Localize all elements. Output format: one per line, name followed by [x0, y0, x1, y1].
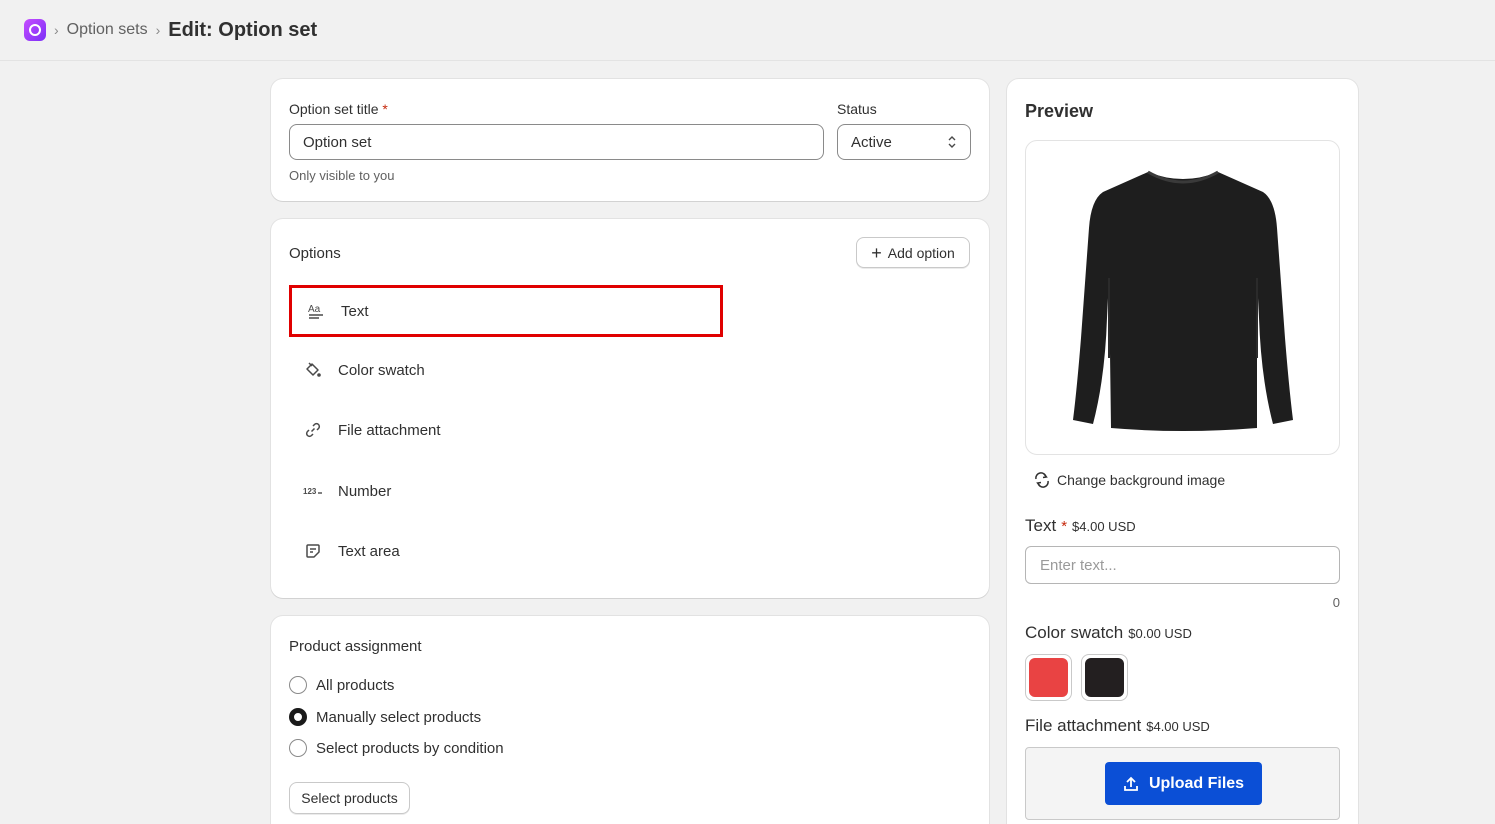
tshirt-image	[1072, 170, 1293, 431]
status-select[interactable]: Active	[837, 124, 971, 160]
note-icon	[303, 541, 323, 561]
svg-text:123: 123	[303, 487, 317, 496]
option-type-color-swatch[interactable]: Color swatch	[289, 344, 723, 396]
paint-bucket-icon	[303, 360, 323, 380]
link-icon	[303, 420, 323, 440]
number-icon: 123	[303, 481, 323, 501]
option-type-text[interactable]: Aa Text	[289, 285, 723, 337]
app-logo-icon[interactable]	[24, 19, 46, 41]
product-assignment-card: Product assignment All products Manually…	[271, 616, 989, 824]
breadcrumb-chevron-icon: ›	[155, 22, 161, 38]
preview-image-frame	[1025, 140, 1340, 455]
upload-files-button[interactable]: Upload Files	[1105, 762, 1262, 805]
select-products-button[interactable]: Select products	[289, 782, 410, 814]
refresh-icon	[1033, 472, 1051, 488]
page-title: Edit: Option set	[168, 18, 318, 41]
preview-heading: Preview	[1025, 101, 1094, 121]
text-format-icon: Aa	[306, 301, 326, 321]
title-help-text: Only visible to you	[289, 168, 395, 183]
options-heading: Options	[289, 245, 341, 262]
option-set-title-input[interactable]: Option set	[289, 124, 824, 160]
file-attachment-option-label: File attachment $4.00 USD	[1025, 716, 1210, 735]
radio-select-by-condition[interactable]: Select products by condition	[289, 739, 504, 757]
preview-text-input[interactable]: Enter text...	[1025, 546, 1340, 584]
breadcrumb-chevron-icon: ›	[54, 22, 59, 38]
plus-icon: +	[871, 242, 882, 263]
radio-all-products[interactable]: All products	[289, 676, 394, 694]
options-card: Options + Add option Aa Text Color swatc…	[271, 219, 989, 598]
radio-button[interactable]	[289, 676, 307, 694]
status-label: Status	[837, 101, 877, 117]
file-upload-dropzone[interactable]: Upload Files	[1025, 747, 1340, 820]
swatch-black[interactable]	[1081, 654, 1128, 701]
radio-manually-select-products[interactable]: Manually select products	[289, 708, 481, 726]
breadcrumb-option-sets-link[interactable]: Option sets	[67, 21, 148, 39]
radio-button-selected[interactable]	[289, 708, 307, 726]
change-background-button[interactable]: Change background image	[1033, 472, 1225, 488]
swatch-red[interactable]	[1025, 654, 1072, 701]
text-option-label: Text * $4.00 USD	[1025, 516, 1136, 535]
character-count: 0	[1332, 595, 1340, 610]
product-assignment-heading: Product assignment	[289, 638, 422, 655]
preview-card: Preview Change background image Text * $…	[1007, 79, 1358, 824]
svg-text:Aa: Aa	[308, 304, 321, 315]
title-field-label: Option set title *	[289, 101, 388, 117]
select-arrows-icon	[947, 135, 957, 149]
add-option-button[interactable]: + Add option	[856, 237, 970, 268]
option-type-number[interactable]: 123 Number	[289, 465, 723, 517]
top-bar: › Option sets › Edit: Option set	[0, 0, 1495, 61]
upload-icon	[1123, 776, 1139, 792]
radio-button[interactable]	[289, 739, 307, 757]
option-type-text-area[interactable]: Text area	[289, 525, 723, 577]
color-swatch-option-label: Color swatch $0.00 USD	[1025, 623, 1192, 642]
option-set-details-card: Option set title * Option set Only visib…	[271, 79, 989, 201]
option-type-file-attachment[interactable]: File attachment	[289, 404, 723, 456]
